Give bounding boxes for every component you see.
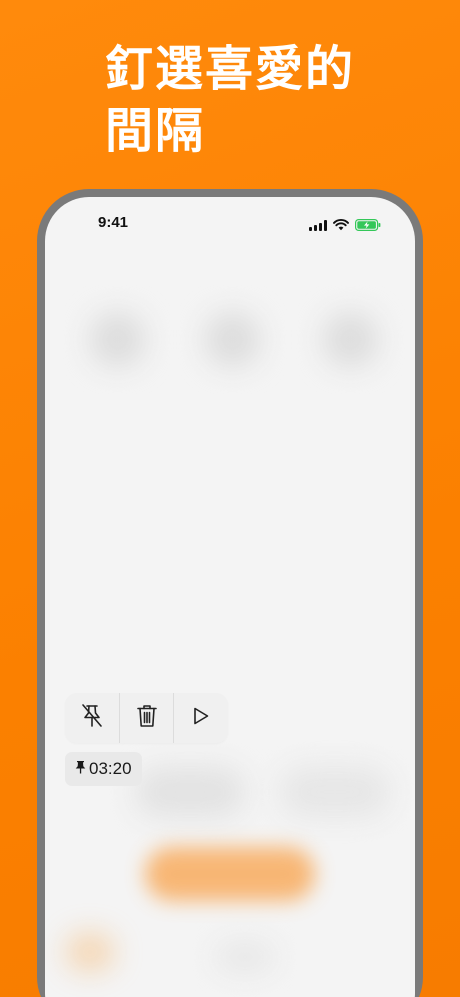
play-button[interactable] bbox=[173, 693, 228, 743]
headline: 釘選喜愛的 間隔 bbox=[105, 38, 355, 162]
status-icons bbox=[309, 216, 381, 235]
battery-charging-icon bbox=[355, 216, 381, 235]
context-action-bar bbox=[65, 693, 228, 743]
status-time: 9:41 bbox=[98, 214, 129, 231]
pinned-interval-value: 03:20 bbox=[89, 759, 132, 778]
cellular-signal-icon bbox=[309, 220, 327, 231]
wifi-icon bbox=[333, 216, 349, 235]
headline-line-1: 釘選喜愛的 bbox=[105, 41, 356, 97]
blurred-start-button bbox=[145, 847, 315, 901]
app-store-screenshot: 釘選喜愛的 間隔 9:41 03:20 bbox=[0, 0, 460, 997]
unpin-icon bbox=[80, 703, 104, 733]
pin-icon bbox=[75, 759, 86, 779]
headline-line-2: 間隔 bbox=[105, 103, 206, 159]
delete-button[interactable] bbox=[118, 693, 174, 743]
play-icon bbox=[191, 706, 211, 730]
trash-icon bbox=[136, 703, 158, 733]
blurred-background-content bbox=[45, 197, 415, 997]
unpin-button[interactable] bbox=[65, 693, 119, 743]
status-bar: 9:41 bbox=[45, 197, 415, 249]
phone-screen: 9:41 03:20 bbox=[45, 197, 415, 997]
pinned-interval-chip[interactable]: 03:20 bbox=[65, 752, 142, 786]
